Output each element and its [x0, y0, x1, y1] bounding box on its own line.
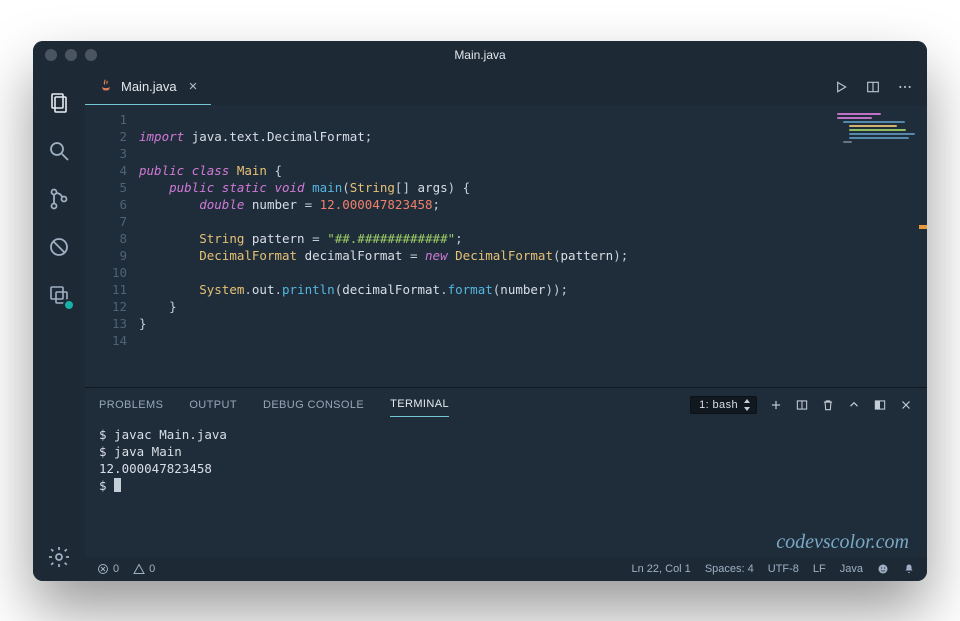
sync-badge-icon: [63, 299, 75, 311]
line-number-gutter: 1234567891011121314: [85, 105, 139, 387]
toggle-panel-icon[interactable]: [873, 398, 887, 412]
window-title: Main.java: [33, 48, 927, 62]
source-control-icon[interactable]: [45, 185, 73, 213]
status-warnings[interactable]: 0: [133, 563, 155, 575]
tab-main-java[interactable]: Main.java ×: [85, 69, 211, 105]
status-feedback-icon[interactable]: [877, 563, 889, 575]
status-language[interactable]: Java: [840, 563, 863, 575]
run-icon[interactable]: [833, 79, 849, 95]
more-actions-icon[interactable]: [897, 79, 913, 95]
status-encoding[interactable]: UTF-8: [768, 563, 799, 575]
explorer-icon[interactable]: [45, 89, 73, 117]
editor-tabs: Main.java ×: [85, 69, 927, 105]
status-eol[interactable]: LF: [813, 563, 826, 575]
settings-gear-icon[interactable]: [45, 543, 73, 571]
status-errors[interactable]: 0: [97, 563, 119, 575]
new-terminal-icon[interactable]: [769, 398, 783, 412]
terminal-select-label: 1: bash: [699, 399, 738, 411]
terminal-line: 12.000047823458: [99, 460, 913, 477]
split-editor-icon[interactable]: [865, 79, 881, 95]
activity-bar: [33, 69, 85, 581]
titlebar: Main.java: [33, 41, 927, 69]
remote-icon[interactable]: [45, 281, 73, 309]
terminal-cursor: [114, 478, 121, 492]
java-file-icon: [99, 78, 113, 95]
status-bar: 0 0 Ln 22, Col 1 Spaces: 4 UTF-8 LF Java: [85, 557, 927, 581]
panel-tabs: PROBLEMS OUTPUT DEBUG CONSOLE TERMINAL 1…: [85, 388, 927, 422]
status-cursor-position[interactable]: Ln 22, Col 1: [631, 563, 690, 575]
terminal-output[interactable]: $ javac Main.java$ java Main12.000047823…: [85, 422, 927, 557]
terminal-line: $ javac Main.java: [99, 426, 913, 443]
close-panel-icon[interactable]: [899, 398, 913, 412]
maximize-panel-icon[interactable]: [847, 398, 861, 412]
status-indentation[interactable]: Spaces: 4: [705, 563, 754, 575]
code-content: import java.text.DecimalFormat; public c…: [139, 105, 927, 387]
bottom-panel: PROBLEMS OUTPUT DEBUG CONSOLE TERMINAL 1…: [85, 387, 927, 557]
watermark-text: codevscolor.com: [776, 534, 909, 551]
editor-window: Main.java: [33, 41, 927, 581]
tab-debug-console[interactable]: DEBUG CONSOLE: [263, 393, 364, 417]
terminal-line: $: [99, 477, 913, 494]
terminal-line: $ java Main: [99, 443, 913, 460]
status-bell-icon[interactable]: [903, 563, 915, 575]
kill-terminal-icon[interactable]: [821, 398, 835, 412]
tab-problems[interactable]: PROBLEMS: [99, 393, 163, 417]
search-icon[interactable]: [45, 137, 73, 165]
split-terminal-icon[interactable]: [795, 398, 809, 412]
terminal-select[interactable]: 1: bash: [690, 396, 757, 414]
close-tab-icon[interactable]: ×: [189, 78, 198, 95]
tab-terminal[interactable]: TERMINAL: [390, 392, 449, 417]
debug-icon[interactable]: [45, 233, 73, 261]
tab-filename: Main.java: [121, 79, 177, 94]
scrollbar-marker: [919, 225, 927, 229]
editor-actions: [833, 69, 927, 105]
code-editor[interactable]: 1234567891011121314 import java.text.Dec…: [85, 105, 927, 387]
tab-output[interactable]: OUTPUT: [189, 393, 237, 417]
